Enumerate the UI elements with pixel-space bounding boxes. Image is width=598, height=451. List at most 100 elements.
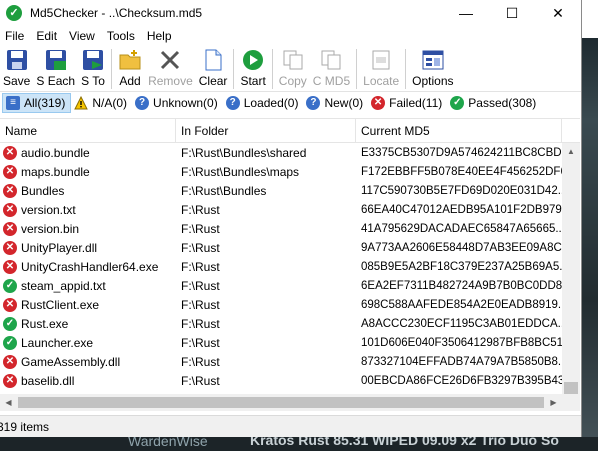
locate-button[interactable]: Locate: [360, 49, 402, 88]
scrollbar-corner: [562, 394, 580, 411]
menu-view[interactable]: View: [63, 26, 101, 46]
remove-button[interactable]: Remove: [145, 49, 196, 88]
failed-icon: ✕: [3, 240, 17, 255]
menu-edit[interactable]: Edit: [30, 26, 63, 46]
table-row[interactable]: ✕ UnityCrashHandler64.exe F:\Rust 085B9E5A2…: [0, 257, 562, 276]
locate-folder-icon: [369, 49, 393, 71]
add-label: Add: [119, 74, 141, 88]
folder-cell: F:\Rust: [181, 316, 220, 331]
options-label: Options: [412, 74, 454, 88]
md5-cell: 101D606E040F3506412987BFB8BC51...: [361, 336, 562, 349]
background-text-1: WardenWise: [128, 437, 208, 449]
column-header-name[interactable]: Name: [0, 119, 176, 142]
scroll-right-arrow-icon[interactable]: ▶: [545, 394, 562, 411]
file-name: audio.bundle: [21, 145, 90, 160]
scroll-up-arrow-icon[interactable]: ▲: [562, 143, 580, 160]
table-row[interactable]: ✕ maps.bundle F:\Rust\Bundles\maps F172EBBF…: [0, 162, 562, 181]
add-button[interactable]: Add: [115, 49, 145, 88]
desktop-background-bottom: WardenWise Kratos Rust 85.31 WIPED 09.09…: [0, 437, 598, 451]
horizontal-scrollbar[interactable]: ◀ ▶: [0, 394, 562, 411]
column-header-md5[interactable]: Current MD5: [356, 119, 562, 142]
table-row[interactable]: ✕ version.bin F:\Rust 41A795629DACADAEC6584…: [0, 219, 562, 238]
filter-failed-label: Failed(11): [389, 96, 443, 110]
window-title: Md5Checker - ..\Checksum.md5: [30, 6, 203, 20]
floppy-disks-icon: [44, 49, 68, 71]
background-text-2: Kratos Rust 85.31 WIPED 09.09 x2 Trio Du…: [250, 437, 559, 448]
filter-new-tab[interactable]: ? New(0): [303, 93, 368, 113]
save-button[interactable]: Save: [0, 49, 33, 88]
copy-md5-label: C MD5: [312, 74, 351, 88]
file-name: version.txt: [21, 202, 76, 217]
copy-label: Copy: [278, 74, 307, 88]
toolbar: Save S Each S To Add Remove Clear Start …: [0, 46, 581, 92]
table-row[interactable]: ✕ Bundles F:\Rust\Bundles 117C590730B5E7FD6…: [0, 181, 562, 200]
file-name: steam_appid.txt: [21, 278, 106, 293]
horizontal-scroll-thumb[interactable]: [18, 397, 544, 408]
md5-cell: 41A795629DACADAEC65847A65665...: [361, 222, 562, 235]
filter-passed-tab[interactable]: ✓ Passed(308): [447, 93, 541, 113]
table-row[interactable]: ✕ RustClient.exe F:\Rust 698C588AAFEDE854A2…: [0, 295, 562, 314]
folder-cell: F:\Rust: [181, 221, 220, 236]
folder-add-icon: [118, 49, 142, 71]
copy-button[interactable]: Copy: [276, 49, 310, 88]
failed-icon: ✕: [3, 221, 17, 236]
filter-na-label: N/A(0): [92, 96, 128, 110]
window-controls: — ☐ ✕: [443, 0, 581, 26]
filter-all-tab[interactable]: ≡ All(319): [2, 93, 72, 113]
folder-cell: F:\Rust: [181, 240, 220, 255]
filter-failed-tab[interactable]: ✕ Failed(11): [368, 93, 447, 113]
table-row[interactable]: ✕ version.txt F:\Rust 66EA40C47012AEDB95A10…: [0, 200, 562, 219]
vertical-scrollbar[interactable]: ▲ ▼: [562, 143, 580, 411]
scroll-left-arrow-icon[interactable]: ◀: [0, 394, 17, 411]
options-button[interactable]: Options: [409, 49, 456, 88]
start-button[interactable]: Start: [237, 49, 268, 88]
failed-icon: ✕: [3, 202, 17, 217]
table-row[interactable]: ✓ Rust.exe F:\Rust A8ACCC230ECF1195C3AB01ED…: [0, 314, 562, 333]
table-row[interactable]: ✕ GameAssembly.dll F:\Rust 873327104EFFADB7…: [0, 352, 562, 371]
clear-label: Clear: [198, 74, 228, 88]
save-each-button[interactable]: S Each: [33, 49, 78, 88]
minimize-button[interactable]: —: [443, 0, 489, 26]
file-name: baselib.dll: [21, 373, 75, 388]
menu-tools[interactable]: Tools: [101, 26, 141, 46]
maximize-button[interactable]: ☐: [489, 0, 535, 26]
table-row[interactable]: ✓ steam_appid.txt F:\Rust 6EA2EF7311B482724…: [0, 276, 562, 295]
md5-cell: 085B9E5A2BF18C379E237A25B69A5...: [361, 260, 562, 273]
table-row[interactable]: ✕ UnityPlayer.dll F:\Rust 9A773AA2606E58448…: [0, 238, 562, 257]
md5-cell: 698C588AAFEDE854A2E0EADB8919...: [361, 298, 562, 311]
filter-loaded-tab[interactable]: ? Loaded(0): [223, 93, 304, 113]
x-remove-icon: [158, 49, 182, 71]
table-row[interactable]: ✕ baselib.dll F:\Rust 00EBCDA86FCE26D6FB329…: [0, 371, 562, 390]
column-header-folder[interactable]: In Folder: [176, 119, 356, 142]
table-row[interactable]: ✕ audio.bundle F:\Rust\Bundles\shared E3375…: [0, 143, 562, 162]
copy-md5-button[interactable]: C MD5: [310, 49, 353, 88]
blank-document-icon: [201, 49, 225, 71]
clear-button[interactable]: Clear: [196, 49, 231, 88]
close-button[interactable]: ✕: [535, 0, 581, 26]
file-name-cell: ✓ Rust.exe: [0, 316, 176, 331]
file-name: GameAssembly.dll: [21, 354, 121, 369]
table-row[interactable]: ✓ Launcher.exe F:\Rust 101D606E040F35064129…: [0, 333, 562, 352]
folder-cell: F:\Rust: [181, 278, 220, 293]
filter-unknown-tab[interactable]: ? Unknown(0): [132, 93, 223, 113]
md5-cell: 66EA40C47012AEDB95A101F2DB979...: [361, 203, 562, 216]
md5-cell: 873327104EFFADB74A79A7B5850B8...: [361, 355, 562, 368]
failed-icon: ✕: [3, 145, 17, 160]
file-name-cell: ✓ steam_appid.txt: [0, 278, 176, 293]
file-name-cell: ✕ audio.bundle: [0, 145, 176, 160]
filter-na-tab[interactable]: N/A(0): [71, 93, 132, 113]
file-name-cell: ✕ maps.bundle: [0, 164, 176, 179]
save-to-button[interactable]: S To: [78, 49, 108, 88]
filter-all-label: All(319): [24, 96, 66, 110]
passed-icon: ✓: [450, 96, 465, 110]
md5checker-window: ✓ Md5Checker - ..\Checksum.md5 — ☐ ✕ Fil…: [0, 0, 582, 437]
folder-cell: F:\Rust: [181, 335, 220, 350]
md5-cell: 9A773AA2606E58448D7AB3EE09A8C...: [361, 241, 562, 254]
menu-help[interactable]: Help: [141, 26, 178, 46]
list-rows: ✕ audio.bundle F:\Rust\Bundles\shared E3375…: [0, 143, 562, 390]
remove-label: Remove: [148, 74, 193, 88]
folder-cell: F:\Rust: [181, 354, 220, 369]
file-name-cell: ✕ baselib.dll: [0, 373, 176, 388]
menu-file[interactable]: File: [0, 26, 30, 46]
filter-unknown-label: Unknown(0): [153, 96, 218, 110]
